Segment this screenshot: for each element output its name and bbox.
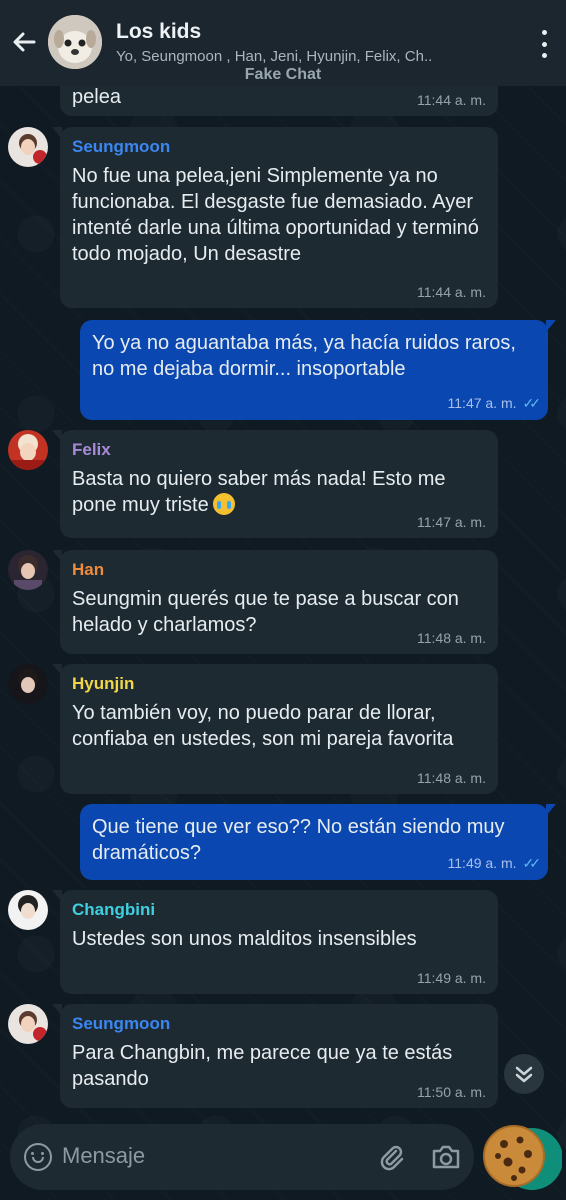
avatar-seungmoon[interactable] — [8, 127, 48, 167]
watermark-text: Fake Chat — [244, 66, 322, 83]
message-time: 11:44 a. m. — [416, 92, 486, 108]
avatar-seungmoon[interactable] — [8, 1004, 48, 1044]
scroll-down-button[interactable] — [504, 1054, 544, 1094]
double-check-icon: ✓✓ — [522, 395, 542, 411]
sender-name: Changbini — [72, 900, 156, 919]
sender-name: Han — [72, 560, 105, 579]
message-bubble[interactable]: Han Seungmin querés que te pase a buscar… — [52, 550, 498, 654]
camera-icon[interactable] — [430, 1142, 462, 1172]
group-avatar[interactable] — [48, 15, 102, 69]
attach-icon[interactable] — [376, 1142, 406, 1172]
back-arrow-icon[interactable] — [8, 26, 40, 58]
message-bubble[interactable]: Seungmoon No fue una pelea,jeni Simpleme… — [52, 127, 498, 308]
chat-title[interactable]: Los kids — [116, 20, 201, 44]
message-text-wrap: Basta no quiero saber más nada! Esto me … — [72, 466, 486, 518]
message-text: Basta no quiero saber más nada! Esto me … — [72, 468, 446, 516]
message-time: 11:44 a. m. — [416, 284, 486, 300]
message-text: Ustedes son unos malditos insensibles — [72, 928, 417, 950]
message-time-text: 11:47 a. m. — [447, 395, 517, 411]
message-input-bar[interactable]: Mensaje — [10, 1124, 474, 1190]
message-time: 11:49 a. m. — [416, 970, 486, 986]
message-bubble-outgoing[interactable]: Que tiene que ver eso?? No están siendo … — [80, 804, 556, 880]
avatar-felix[interactable] — [8, 430, 48, 470]
message-time-text: 11:49 a. m. — [447, 855, 517, 871]
message-text: No fue una pelea,jeni Simplemente ya no … — [72, 165, 479, 265]
sender-name: Felix — [72, 440, 111, 459]
double-check-icon: ✓✓ — [522, 855, 542, 871]
message-time: 11:47 a. m. — [416, 514, 486, 530]
sender-name: Seungmoon — [72, 137, 171, 156]
message-text: Yo también voy, no puedo parar de llorar… — [72, 702, 454, 750]
message-bubble[interactable]: Felix Basta no quiero saber más nada! Es… — [52, 430, 498, 538]
avatar-changbini[interactable] — [8, 890, 48, 930]
message-input[interactable]: Mensaje — [62, 1143, 145, 1169]
avatar-han[interactable] — [8, 550, 48, 590]
cookie-sticker[interactable] — [478, 1122, 563, 1192]
double-chevron-down-icon — [515, 1066, 533, 1083]
more-options-icon[interactable] — [538, 30, 550, 58]
avatar-hyunjin[interactable] — [8, 664, 48, 704]
message-time: 11:47 a. m. ✓✓ — [447, 395, 542, 412]
sender-name: Seungmoon — [72, 1014, 171, 1033]
emoji-icon[interactable] — [24, 1143, 52, 1171]
message-bubble[interactable]: Seungmoon Para Changbin, me parece que y… — [52, 1004, 498, 1108]
chat-members[interactable]: Yo, Seungmoon , Han, Jeni, Hyunjin, Feli… — [116, 48, 496, 65]
message-bubble[interactable]: Hyunjin Yo también voy, no puedo parar d… — [52, 664, 498, 794]
message-time: 11:50 a. m. — [416, 1084, 486, 1100]
message-bubble-outgoing[interactable]: Yo ya no aguantaba más, ya hacía ruidos … — [80, 320, 556, 420]
message-time: 11:49 a. m. ✓✓ — [447, 855, 542, 872]
sender-name: Hyunjin — [72, 674, 135, 693]
message-time: 11:48 a. m. — [416, 770, 486, 786]
message-time: 11:48 a. m. — [416, 630, 486, 646]
message-bubble[interactable]: Changbini Ustedes son unos malditos inse… — [52, 890, 498, 994]
crying-face-icon — [212, 493, 235, 515]
message-text: Yo ya no aguantaba más, ya hacía ruidos … — [92, 332, 516, 380]
